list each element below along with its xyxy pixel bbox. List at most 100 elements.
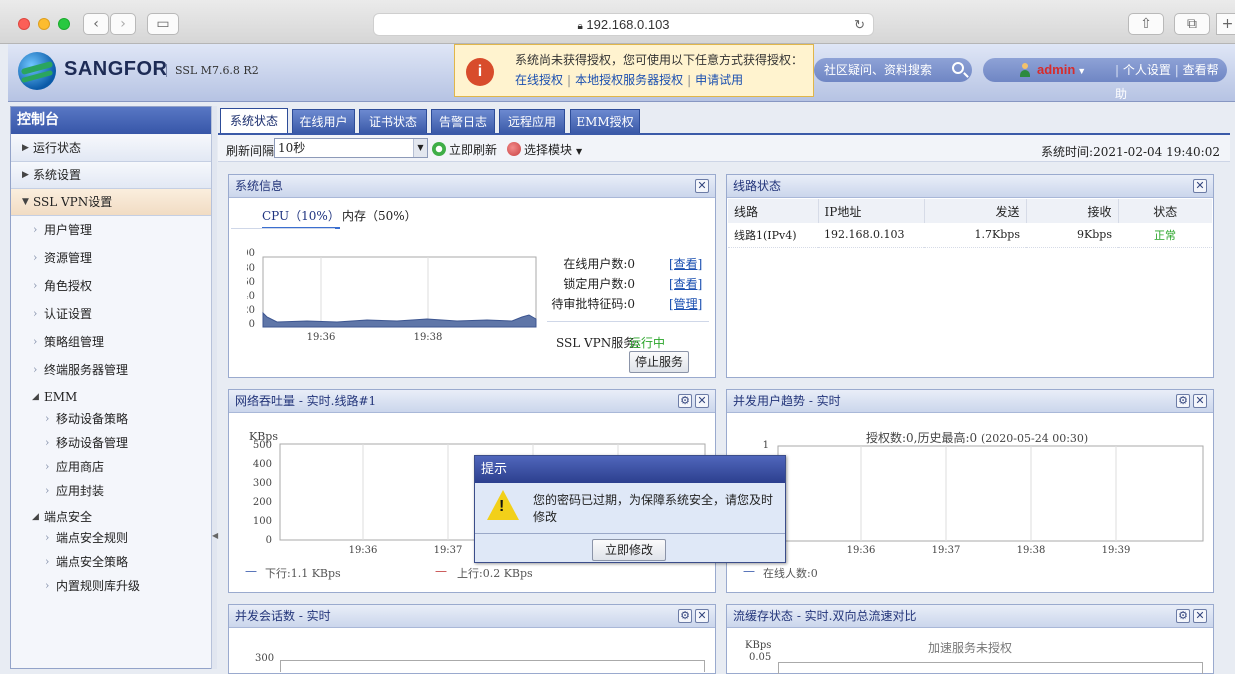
legend-up: 上行:0.2 KBps	[457, 567, 533, 580]
close-icon[interactable]: ✕	[695, 394, 709, 408]
select-module-button[interactable]: 选择模块 ▼	[507, 141, 582, 158]
status-toolbar: 刷新间隔 10秒 ▼ 立即刷新 选择模块 ▼ 系统时间:2021-02-04 19…	[218, 135, 1230, 162]
column-header: 接收	[1026, 199, 1119, 223]
sidebar-item-app-store[interactable]: › 应用商店	[11, 455, 211, 479]
column-header: 线路	[728, 199, 819, 223]
new-tab-button[interactable]: +	[1216, 13, 1235, 35]
svg-text:1: 1	[763, 440, 769, 451]
sidebar-item-role-auth[interactable]: › 角色授权	[11, 272, 211, 300]
sidebar-collapse-handle[interactable]: ◀	[211, 106, 218, 669]
legend-up-swatch: —	[435, 564, 447, 578]
address-bar[interactable]: 🔒︎ 192.168.0.103 ↻	[373, 13, 874, 36]
chevron-right-icon: ›	[45, 484, 50, 497]
y-tick: 40	[247, 291, 255, 302]
minimize-window-button[interactable]	[38, 18, 50, 30]
svg-text:200: 200	[253, 497, 272, 508]
settings-icon[interactable]: ⚙	[678, 609, 692, 623]
view-locked-users-link[interactable]: [查看]	[669, 275, 702, 292]
browser-toolbar: ‹ › ▭ 🔒︎ 192.168.0.103 ↻ ⇧ ⧉ +	[0, 0, 1235, 44]
tab-online-users[interactable]: 在线用户	[292, 109, 355, 133]
sidebar-item-terminal-servers[interactable]: › 终端服务器管理	[11, 356, 211, 384]
tabs-overview-icon[interactable]: ⧉	[1174, 13, 1210, 35]
search-text: 社区疑问、资料搜索	[824, 63, 933, 77]
change-password-button[interactable]: 立即修改	[592, 539, 666, 561]
acceleration-unlicensed-text: 加速服务未授权	[928, 641, 1013, 655]
subtab-cpu[interactable]: CPU（10%）	[262, 207, 340, 229]
brand-name: SANGFOR	[64, 58, 168, 80]
share-icon[interactable]: ⇧	[1128, 13, 1164, 35]
sidebar-group-emm[interactable]: ◢ EMM	[11, 385, 211, 409]
sidebar-item-run-status[interactable]: ▶ 运行状态	[11, 135, 211, 162]
subtab-memory[interactable]: 内存（50%）	[342, 207, 417, 224]
settings-icon[interactable]: ⚙	[1176, 609, 1190, 623]
tab-system-status[interactable]: 系统状态	[220, 108, 288, 134]
sidebar-item-rule-upgrade[interactable]: › 内置规则库升级	[11, 574, 211, 598]
legend-down-swatch: —	[245, 564, 257, 578]
sidebar-item-endpoint-rules[interactable]: › 端点安全规则	[11, 526, 211, 550]
settings-icon[interactable]: ⚙	[1176, 394, 1190, 408]
search-icon[interactable]	[952, 62, 964, 74]
svg-text:19:37: 19:37	[932, 545, 961, 555]
chevron-right-icon: ›	[45, 412, 50, 425]
user-icon	[1019, 63, 1031, 77]
settings-icon[interactable]: ⚙	[678, 394, 692, 408]
legend-online-users: 在线人数:0	[763, 567, 818, 580]
refresh-icon	[432, 142, 446, 156]
close-window-button[interactable]	[18, 18, 30, 30]
back-button[interactable]: ‹	[83, 13, 109, 35]
community-search[interactable]: 社区疑问、资料搜索	[814, 58, 972, 82]
caret-down-icon: ◢	[32, 392, 39, 402]
sidebar-item-system-settings[interactable]: ▶ 系统设置	[11, 162, 211, 189]
sidebar-item-ssl-vpn[interactable]: ▼ SSL VPN设置	[11, 189, 211, 216]
info-icon: i	[466, 58, 494, 86]
user-menu[interactable]: admin ▼	[1037, 58, 1086, 83]
close-icon[interactable]: ✕	[1193, 179, 1207, 193]
tab-remote-apps[interactable]: 远程应用	[499, 109, 565, 133]
tab-alert-log[interactable]: 告警日志	[431, 109, 495, 133]
personal-settings-link[interactable]: 个人设置	[1123, 63, 1171, 77]
close-icon[interactable]: ✕	[1193, 609, 1207, 623]
status-text: 正常	[1118, 223, 1212, 248]
sidebar-item-endpoint-policy[interactable]: › 端点安全策略	[11, 550, 211, 574]
sidebar-item-resource-mgmt[interactable]: › 资源管理	[11, 244, 211, 272]
svg-text:19:39: 19:39	[1102, 545, 1131, 555]
apply-trial-link[interactable]: 申请试用	[695, 73, 743, 87]
chevron-right-icon: ›	[45, 555, 50, 568]
forward-button[interactable]: ›	[110, 13, 136, 35]
user-links: | 个人设置 | 查看帮助	[1115, 63, 1219, 101]
chevron-down-icon: ▼	[413, 139, 427, 157]
panel-title: 线路状态	[727, 175, 1213, 198]
local-license-server-link[interactable]: 本地授权服务器授权	[575, 73, 683, 87]
sidebar-item-mobile-mgmt[interactable]: › 移动设备管理	[11, 431, 211, 455]
module-icon	[507, 142, 521, 156]
refresh-interval-select[interactable]: 10秒 ▼	[274, 138, 428, 158]
close-icon[interactable]: ✕	[695, 609, 709, 623]
sidebar-item-auth-settings[interactable]: › 认证设置	[11, 300, 211, 328]
x-tick: 19:36	[307, 332, 336, 343]
tab-cert-status[interactable]: 证书状态	[359, 109, 427, 133]
refresh-now-button[interactable]: 立即刷新	[432, 141, 497, 158]
sidebar-item-mobile-policy[interactable]: › 移动设备策略	[11, 407, 211, 431]
view-online-users-link[interactable]: [查看]	[669, 255, 702, 272]
stop-service-button[interactable]: 停止服务	[629, 351, 689, 373]
online-license-link[interactable]: 在线授权	[515, 73, 563, 87]
sidebar-item-app-wrap[interactable]: › 应用封装	[11, 479, 211, 503]
close-icon[interactable]: ✕	[1193, 394, 1207, 408]
unit-label: KBps	[745, 640, 772, 651]
sidebar-toggle-icon[interactable]: ▭	[147, 13, 179, 35]
y-tick: 80	[247, 263, 255, 274]
sidebar-item-policy-groups[interactable]: › 策略组管理	[11, 328, 211, 356]
svg-text:19:38: 19:38	[1017, 545, 1046, 555]
sidebar-item-user-mgmt[interactable]: › 用户管理	[11, 216, 211, 244]
chevron-right-icon: ›	[33, 279, 38, 292]
manage-codes-link[interactable]: [管理]	[669, 295, 702, 312]
zoom-window-button[interactable]	[58, 18, 70, 30]
tab-emm-license[interactable]: EMM授权	[570, 109, 640, 133]
reload-icon[interactable]: ↻	[854, 14, 865, 36]
close-icon[interactable]: ✕	[695, 179, 709, 193]
chevron-right-icon: ›	[33, 251, 38, 264]
line-status-panel: 线路状态 ✕ 线路 IP地址 发送 接收 状态 线路1(IPv4) 192.16…	[726, 174, 1214, 378]
user-bar: admin ▼ | 个人设置 | 查看帮助	[983, 58, 1227, 101]
refresh-interval-label: 刷新间隔	[226, 144, 275, 158]
ssl-vpn-service-label: SSL VPN服务:	[556, 336, 640, 350]
